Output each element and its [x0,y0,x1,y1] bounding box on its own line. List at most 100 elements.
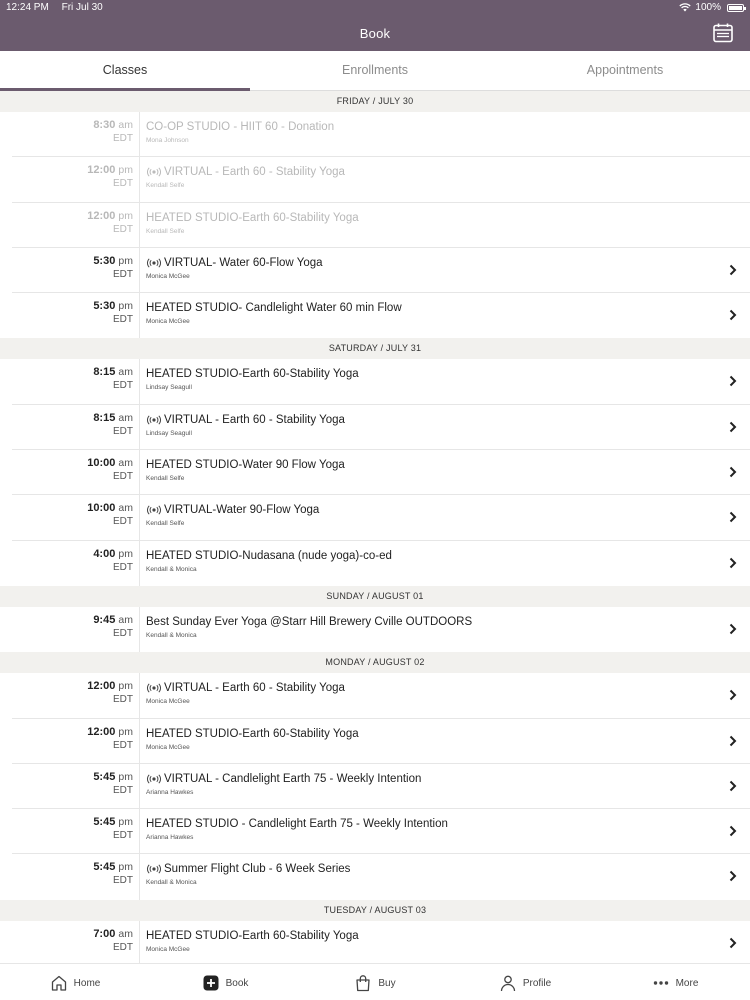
class-ampm: am [118,411,133,424]
class-name: VIRTUAL- Water 60-Flow Yoga [164,256,323,269]
live-stream-icon [147,683,161,693]
class-row[interactable]: 12:00 pm EDT VIRTUAL - Earth 60 - Stabilit… [12,673,750,719]
nav-home[interactable]: Home [0,964,150,1000]
class-timezone: EDT [113,516,133,528]
nav-book[interactable]: Book [150,964,300,1000]
class-start-time: 8:15 [93,411,116,424]
chevron-right-icon [729,421,737,432]
calendar-icon [713,23,733,43]
class-row[interactable]: 5:45 pm EDT VIRTUAL - Candlelight Earth 75… [12,763,750,810]
class-time: 7:00 am EDT [12,920,140,963]
class-ampm: am [118,119,133,131]
class-time: 8:15 am EDT [12,359,140,404]
tab-classes[interactable]: Classes [0,51,250,91]
class-name: VIRTUAL-Water 90-Flow Yoga [164,504,320,517]
class-name: VIRTUAL - Candlelight Earth 75 - Weekly … [164,772,422,785]
class-time: 5:45 pm EDT [12,763,140,809]
class-list[interactable]: FRIDAY / JULY 30 8:30 am EDT CO-OP STUDIO -… [0,91,750,963]
class-row[interactable]: 9:45 am EDT Best Sunday Ever Yoga @Starr H… [12,606,750,653]
nav-more-label: More [675,977,699,989]
class-name: VIRTUAL - Earth 60 - Stability Yoga [164,413,345,426]
class-timezone: EDT [113,223,133,235]
class-ampm: am [118,613,133,626]
class-name: HEATED STUDIO-Nudasana (nude yoga)-co-ed [146,549,392,562]
class-instructor: Kendall & Monica [146,631,197,639]
class-row[interactable]: 5:45 pm EDT HEATED STUDIO - Candlelight Ea… [12,809,750,855]
class-time: 10:00 am EDT [12,495,140,540]
class-instructor: Lindsay Seagull [146,384,192,392]
class-info: HEATED STUDIO-Earth 60-Stability Yoga Ken… [140,203,750,247]
class-info: VIRTUAL - Earth 60 - Stability Yoga Kenda… [140,157,750,201]
class-time: 8:30 am EDT [12,112,140,157]
class-row[interactable]: 4:00 pm EDT HEATED STUDIO-Nudasana (nude y… [12,540,750,586]
nav-home-label: Home [73,977,101,989]
class-info: HEATED STUDIO-Earth 60-Stability Yoga Mon… [140,921,750,963]
class-ampm: am [118,927,133,940]
nav-more[interactable]: More [600,964,750,1000]
class-start-time: 8:15 [93,366,116,379]
class-instructor: Monica McGee [146,272,190,280]
bag-icon [356,975,371,992]
class-timezone: EDT [113,830,133,842]
nav-book-label: Book [225,977,249,989]
class-ampm: pm [118,209,133,222]
chevron-right-icon [729,735,737,746]
day-header: FRIDAY / JULY 30 [0,91,750,112]
class-timezone: EDT [113,133,133,144]
class-time: 10:00 am EDT [12,450,140,495]
class-name: HEATED STUDIO-Earth 60-Stability Yoga [146,727,359,740]
class-time: 12:00 pm EDT [12,202,140,247]
class-info: Best Sunday Ever Yoga @Starr Hill Brewer… [140,607,750,652]
class-info: HEATED STUDIO-Earth 60-Stability Yoga Mon… [140,719,750,763]
class-ampm: pm [118,254,133,267]
class-timezone: EDT [113,314,133,326]
live-stream-icon [147,167,161,177]
day-group: 9:45 am EDT Best Sunday Ever Yoga @Starr H… [0,606,750,653]
class-instructor: Kendall Selfe [146,182,185,190]
class-info: HEATED STUDIO - Candlelight Earth 75 - W… [140,809,750,853]
class-name: VIRTUAL - Earth 60 - Stability Yoga [164,166,345,179]
class-info: VIRTUAL-Water 90-Flow Yoga Kendall Selfe [140,495,750,539]
class-row[interactable]: 12:00 pm EDT HEATED STUDIO-Earth 60-Stabil… [12,718,750,764]
class-start-time: 12:00 [87,680,116,693]
class-start-time: 4:00 [93,547,116,560]
class-row[interactable]: 5:45 pm EDT Summer Flight Club - 6 Week Se… [12,854,750,900]
nav-buy[interactable]: Buy [300,964,450,1000]
class-row[interactable]: 5:30 pm EDT HEATED STUDIO- Candlelight Wat… [12,293,750,339]
class-row[interactable]: 5:30 pm EDT VIRTUAL- Water 60-Flow Yoga Mon… [12,247,750,294]
class-instructor: Mona Johnson [146,137,189,144]
nav-profile[interactable]: Profile [450,964,600,1000]
class-info: HEATED STUDIO-Water 90 Flow Yoga Kendall … [140,450,750,494]
class-time: 12:00 pm EDT [12,718,140,763]
class-row[interactable]: 10:00 am EDT VIRTUAL-Water 90-Flow Yoga Ken… [12,495,750,541]
class-ampm: pm [118,164,133,177]
live-stream-icon [147,864,161,875]
class-start-time: 9:45 [93,613,116,626]
class-row[interactable]: 8:15 am EDT HEATED STUDIO-Earth 60-Stabili… [12,359,750,405]
class-timezone: EDT [113,694,133,706]
class-name: Best Sunday Ever Yoga @Starr Hill Brewer… [146,615,473,628]
class-row: 12:00 pm EDT VIRTUAL - Earth 60 - Stabilit… [12,157,750,203]
class-start-time: 7:00 [93,927,116,940]
class-timezone: EDT [113,380,133,392]
chevron-right-icon [729,623,737,635]
day-group: 7:00 am EDT HEATED STUDIO-Earth 60-Stabili… [0,920,750,963]
profile-icon [500,975,515,992]
calendar-button[interactable] [712,22,734,44]
class-name: HEATED STUDIO- Candlelight Water 60 min … [146,302,402,315]
tab-enrollments[interactable]: Enrollments [250,51,500,90]
class-timezone: EDT [113,875,133,887]
class-row[interactable]: 8:15 am EDT VIRTUAL - Earth 60 - Stability… [12,404,750,451]
battery-percent: 100% [695,2,721,13]
class-row[interactable]: 7:00 am EDT HEATED STUDIO-Earth 60-Stabili… [12,920,750,963]
class-name: HEATED STUDIO-Earth 60-Stability Yoga [146,929,359,942]
day-header: SATURDAY / JULY 31 [0,338,750,360]
class-time: 5:30 pm EDT [12,247,140,293]
class-timezone: EDT [113,178,133,190]
day-header: MONDAY / AUGUST 02 [0,652,750,674]
day-group: 8:15 am EDT HEATED STUDIO-Earth 60-Stabili… [0,359,750,586]
class-info: HEATED STUDIO-Earth 60-Stability Yoga Lin… [140,359,750,403]
class-row[interactable]: 10:00 am EDT HEATED STUDIO-Water 90 Flow Y… [12,450,750,496]
class-row: 12:00 pm EDT HEATED STUDIO-Earth 60-Stabil… [12,202,750,248]
tab-appointments[interactable]: Appointments [500,51,750,90]
